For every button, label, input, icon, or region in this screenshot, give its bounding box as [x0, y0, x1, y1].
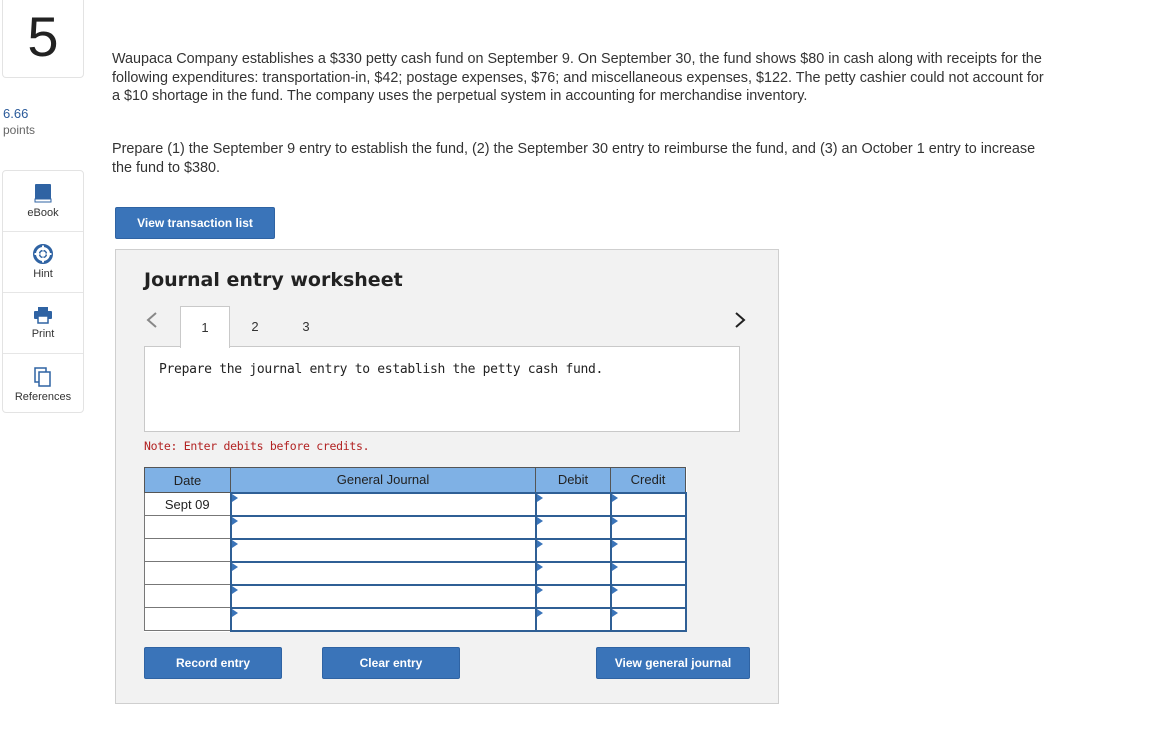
journal-entry-worksheet: Journal entry worksheet 1 2 3 Prepare th… [115, 249, 779, 704]
credit-input[interactable] [609, 606, 687, 632]
table-row [144, 583, 687, 609]
account-input[interactable] [229, 537, 537, 563]
date-cell [144, 584, 231, 608]
chevron-right-icon [735, 312, 746, 328]
account-input[interactable] [229, 514, 537, 540]
print-label: Print [31, 328, 55, 340]
view-transaction-list-button[interactable]: View transaction list [115, 207, 275, 239]
references-label: References [14, 390, 72, 403]
instructions-text: Prepare (1) the September 9 entry to est… [112, 141, 1036, 176]
debit-input[interactable] [534, 560, 612, 586]
tab-1[interactable]: 1 [180, 306, 230, 348]
chevron-left-icon [146, 312, 157, 328]
debit-input[interactable] [534, 606, 612, 632]
points-label: points [3, 123, 36, 137]
question-number: 5 [27, 4, 59, 68]
journal-table: Date General Journal Debit Credit Sept 0… [144, 467, 687, 632]
lifebuoy-icon [33, 244, 53, 264]
debit-input[interactable] [534, 491, 612, 517]
clear-entry-button[interactable]: Clear entry [322, 647, 460, 679]
record-entry-button[interactable]: Record entry [144, 647, 282, 679]
printer-icon [34, 307, 52, 324]
account-input[interactable] [229, 583, 537, 609]
prompt-text: Prepare the journal entry to establish t… [159, 362, 604, 377]
date-cell: Sept 09 [144, 492, 231, 516]
ebook-button[interactable]: eBook [3, 171, 83, 232]
points-value: 6.66 [3, 106, 29, 121]
worksheet-title: Journal entry worksheet [144, 269, 403, 291]
credit-input[interactable] [609, 537, 687, 563]
points-display: 6.66 points [3, 106, 35, 138]
copy-icon [34, 366, 51, 387]
date-cell [144, 561, 231, 585]
references-button[interactable]: References [3, 354, 83, 415]
debit-input[interactable] [534, 514, 612, 540]
date-cell [144, 515, 231, 539]
next-tab-button[interactable] [734, 312, 746, 333]
account-input[interactable] [229, 560, 537, 586]
hint-label: Hint [33, 268, 53, 280]
table-row [144, 514, 687, 540]
view-general-journal-button[interactable]: View general journal [596, 647, 750, 679]
tools-panel: eBook Hint Print References [2, 170, 84, 413]
account-input[interactable] [229, 606, 537, 632]
column-header-general-journal: General Journal [230, 467, 536, 493]
table-header-row: Date General Journal Debit Credit [144, 467, 686, 493]
table-row [144, 537, 687, 563]
debit-input[interactable] [534, 537, 612, 563]
note-text: Note: Enter debits before credits. [144, 439, 370, 453]
problem-text: Waupaca Company establishes a $330 petty… [112, 51, 1044, 104]
column-header-date: Date [144, 467, 231, 493]
question-number-box: 5 [2, 0, 84, 78]
previous-tab-button[interactable] [146, 312, 158, 333]
column-header-debit: Debit [535, 467, 611, 493]
debit-input[interactable] [534, 583, 612, 609]
table-row [144, 606, 687, 632]
date-cell [144, 607, 231, 631]
prompt-box: Prepare the journal entry to establish t… [144, 346, 740, 432]
ebook-label: eBook [27, 207, 59, 219]
credit-input[interactable] [609, 560, 687, 586]
credit-input[interactable] [609, 514, 687, 540]
account-input[interactable] [229, 491, 537, 517]
date-cell [144, 538, 231, 562]
book-icon [34, 184, 52, 203]
hint-button[interactable]: Hint [3, 232, 83, 293]
credit-input[interactable] [609, 491, 687, 517]
table-row: Sept 09 [144, 491, 687, 517]
column-header-credit: Credit [610, 467, 686, 493]
tab-2[interactable]: 2 [230, 306, 280, 347]
print-button[interactable]: Print [3, 293, 83, 354]
table-row [144, 560, 687, 586]
tab-3[interactable]: 3 [281, 306, 331, 347]
credit-input[interactable] [609, 583, 687, 609]
